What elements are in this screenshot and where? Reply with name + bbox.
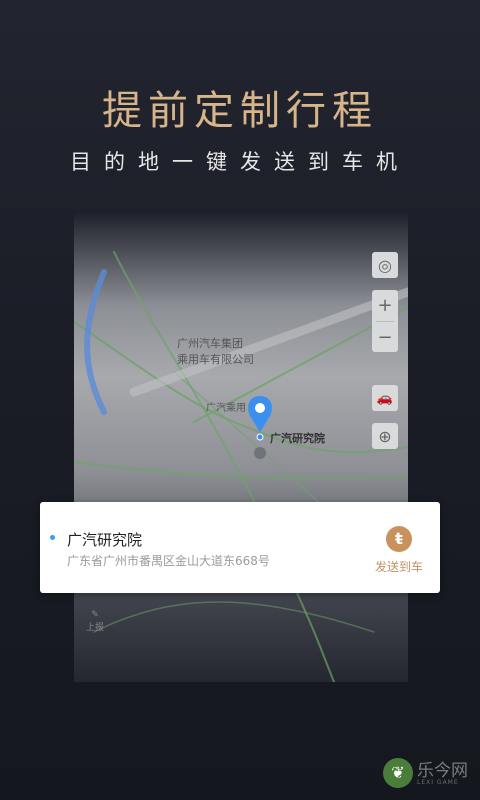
traffic-car-icon[interactable]: 🚗 — [372, 385, 398, 411]
send-to-car-label: 发送到车 — [374, 560, 423, 574]
report-button[interactable]: ✎ 上报 — [86, 610, 104, 633]
place-name: 广汽研究院 — [67, 531, 143, 549]
zoom-out-button[interactable]: − — [372, 322, 398, 353]
place-address: 广东省广州市番禺区金山大道东668号 — [67, 554, 270, 568]
locate-icon[interactable]: ⊕ — [372, 423, 398, 449]
watermark-logo: ❦ 乐今网 LEXI GAME — [383, 756, 475, 794]
promo-subline: 目的地一键发送到车机 — [70, 150, 410, 174]
report-label: 上报 — [86, 623, 105, 633]
location-dot-icon — [50, 535, 55, 540]
map-label-gac-research: 广汽研究院 — [270, 432, 325, 445]
car-send-icon: ŧ — [386, 526, 412, 552]
map-label-gac-group: 广州汽车集团 — [177, 337, 243, 350]
map-roads — [74, 251, 408, 682]
zoom-in-button[interactable]: + — [372, 290, 398, 321]
edit-icon: ✎ — [91, 610, 99, 620]
destination-card[interactable]: 广汽研究院 广东省广州市番禺区金山大道东668号 ŧ 发送到车 — [40, 502, 440, 593]
send-to-car-button[interactable]: ŧ 发送到车 — [374, 526, 424, 574]
watermark-text: 乐今网 — [417, 761, 468, 781]
leaf-logo-icon: ❦ — [383, 758, 413, 788]
zoom-control: + − — [372, 290, 398, 352]
map-preview[interactable]: ◎ + − 🚗 ⊕ 广州汽车集团 乘用车有限公司 广汽乘用 广汽研究院 ✎ 上报 — [74, 212, 408, 682]
map-label-gac-motor: 乘用车有限公司 — [177, 353, 254, 366]
layers-icon[interactable]: ◎ — [372, 252, 398, 278]
watermark-subtext: LEXI GAME — [417, 779, 459, 786]
promo-headline: 提前定制行程 — [102, 88, 378, 134]
map-label-gac-passenger: 广汽乘用 — [206, 403, 246, 414]
